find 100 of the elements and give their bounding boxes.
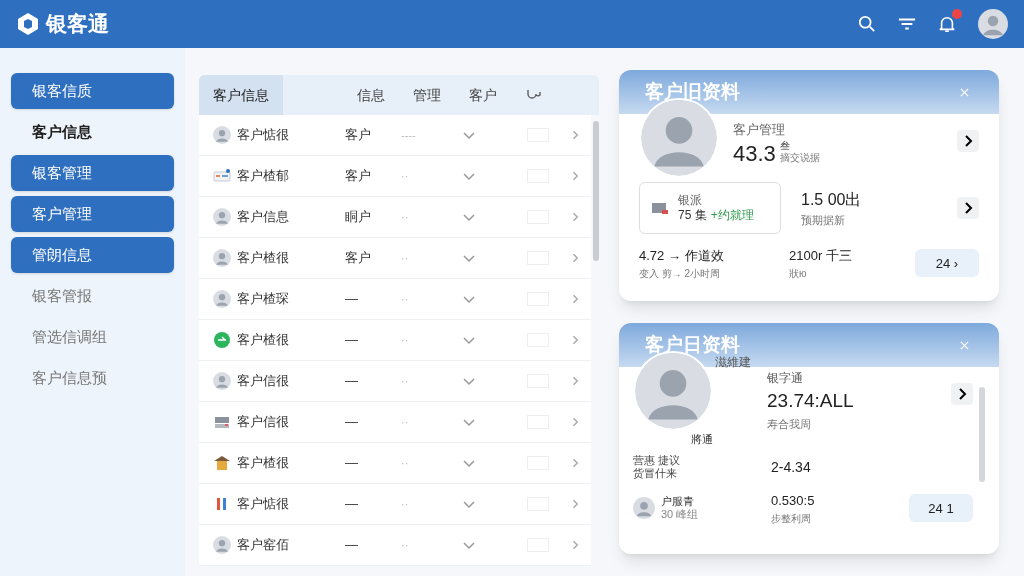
table-cell-text: 客户: [345, 249, 372, 268]
card-title: 客户旧资料: [645, 79, 740, 104]
scrollbar[interactable]: [979, 387, 985, 482]
table-cell-text: ··: [401, 332, 410, 348]
person-icon: [213, 208, 231, 226]
stat-label: 营惠 捷议: [633, 453, 682, 468]
table-cell-text: ··: [401, 291, 410, 307]
table-row[interactable]: 客户信很 — ··: [199, 361, 591, 402]
table-row[interactable]: 客户楂很 — ··: [199, 320, 591, 361]
table-cell-text: ··: [401, 373, 410, 389]
customer-name: 客户信很: [237, 413, 290, 432]
stat-caption: 摘交说据: [779, 152, 820, 165]
table-cell-text: —: [345, 331, 359, 350]
table-row[interactable]: 客户窑佰 — ··: [199, 525, 591, 566]
close-icon[interactable]: [960, 340, 969, 350]
count-button[interactable]: 24 ›: [915, 249, 979, 278]
customer-name: 客户楂琛: [237, 290, 290, 309]
stat-value: 23.74:ALL: [767, 389, 854, 413]
table-cell-text: 客户: [345, 126, 372, 145]
sidebar-item[interactable]: 客户管理: [11, 196, 174, 232]
table-cell-text: ··: [401, 496, 410, 512]
customer-name: 客户惦很: [237, 495, 290, 514]
person-icon: [213, 536, 231, 554]
stat-unit: 叁: [779, 139, 791, 152]
table-cell-text: ··: [401, 414, 410, 430]
app-title: 银客通: [46, 11, 109, 38]
close-icon[interactable]: [960, 87, 969, 97]
field-label: 客户管理: [733, 121, 786, 139]
table-cell-text: —: [345, 536, 359, 555]
sidebar-item[interactable]: 银客管报: [11, 278, 174, 314]
table-row[interactable]: 客户楂很 客户 ··: [199, 238, 591, 279]
photo-caption: 將通: [691, 432, 713, 447]
sidebar-item[interactable]: 银客管理: [11, 155, 174, 191]
sidebar-item[interactable]: 银客信质: [11, 73, 174, 109]
logo-icon: [16, 12, 40, 36]
table-cell-text: —: [345, 372, 359, 391]
stat-value: 2-4.34: [771, 457, 811, 477]
customer-name: 客户窑佰: [237, 536, 290, 555]
person-icon: [213, 249, 231, 267]
person-detail: 30 峰组: [661, 508, 700, 522]
stat-value: 1.5 00出: [801, 189, 862, 210]
table-row[interactable]: 客户楂很 — ··: [199, 443, 591, 484]
table-tab[interactable]: 客户信息: [199, 75, 283, 115]
stat-value: 0.530:5: [771, 492, 815, 510]
stat-value: 43.3: [733, 142, 776, 165]
next-button[interactable]: [951, 383, 973, 405]
customer-name: 客户楂很: [237, 454, 290, 473]
person-name: 户服青: [661, 494, 695, 509]
status-tag: +约就理: [710, 208, 754, 223]
card-title: 客户日资料: [645, 332, 740, 356]
customer-name: 客户楂很: [237, 331, 290, 350]
table-row[interactable]: 客户惦很 — ··: [199, 484, 591, 525]
next-button[interactable]: [957, 197, 979, 219]
box-count: 75 集: [678, 208, 707, 223]
count-button[interactable]: 24 1: [909, 494, 973, 523]
card-icon: [213, 167, 231, 185]
table-cell-text: ··: [401, 209, 410, 225]
table-row[interactable]: 客户楂郁 客户 ··: [199, 156, 591, 197]
sidebar-item[interactable]: 客户信息: [11, 114, 174, 150]
table-cell-text: —: [345, 290, 359, 309]
person-icon: [213, 126, 231, 144]
scrollbar[interactable]: [593, 121, 599, 261]
customer-name: 客户惦很: [237, 126, 290, 145]
next-button[interactable]: [957, 130, 979, 152]
table-cell-text: —: [345, 454, 359, 473]
table-row[interactable]: 客户信息 眮户 ··: [199, 197, 591, 238]
table-cell-text: ··: [401, 250, 410, 266]
table-cell-text: 客户: [345, 167, 372, 186]
table-tab[interactable]: 客户: [455, 75, 511, 115]
table-cell-text: —: [345, 495, 359, 514]
sidebar-item[interactable]: 客户信息预: [11, 360, 174, 396]
table-row[interactable]: 客户惦很 客户 ----: [199, 115, 591, 156]
sidebar-item[interactable]: 管选信调组: [11, 319, 174, 355]
person-icon: [633, 497, 655, 520]
person-icon: [213, 290, 231, 308]
stat-caption: 变入 剪→ 2小时周: [639, 266, 722, 281]
badge-icon: [213, 331, 231, 349]
stat-caption: 步整利周: [771, 511, 812, 526]
table-cell-text: ----: [401, 127, 417, 143]
stat-caption: 预期据新: [801, 212, 846, 228]
table-cell-text: —: [345, 413, 359, 432]
notification-icon[interactable]: [938, 15, 956, 33]
stat-caption: 寿合我周: [767, 416, 812, 432]
customer-name: 客户信息: [237, 208, 290, 227]
search-icon[interactable]: [858, 15, 876, 33]
table-row[interactable]: 客户信很 — ··: [199, 402, 591, 443]
table-row[interactable]: 客户楂琛 — ··: [199, 279, 591, 320]
table-tab[interactable]: 管理: [399, 75, 455, 115]
customer-name: 客户楂很: [237, 249, 290, 268]
customer-name: 客户信很: [237, 372, 290, 391]
stat-value: 2100r 千三: [789, 247, 852, 265]
stat-value: 4.72 → 作道效: [639, 247, 725, 265]
table-cell-text: 眮户: [345, 208, 372, 227]
table-tab[interactable]: 信息: [343, 75, 399, 115]
stat-caption: 货冒什来: [633, 467, 678, 481]
table-cell-text: ··: [401, 455, 410, 471]
card-subtitle: 滋維建: [715, 354, 751, 371]
sidebar-item[interactable]: 管朗信息: [11, 237, 174, 273]
person-icon: [213, 372, 231, 390]
box-title: 银派: [678, 193, 703, 208]
